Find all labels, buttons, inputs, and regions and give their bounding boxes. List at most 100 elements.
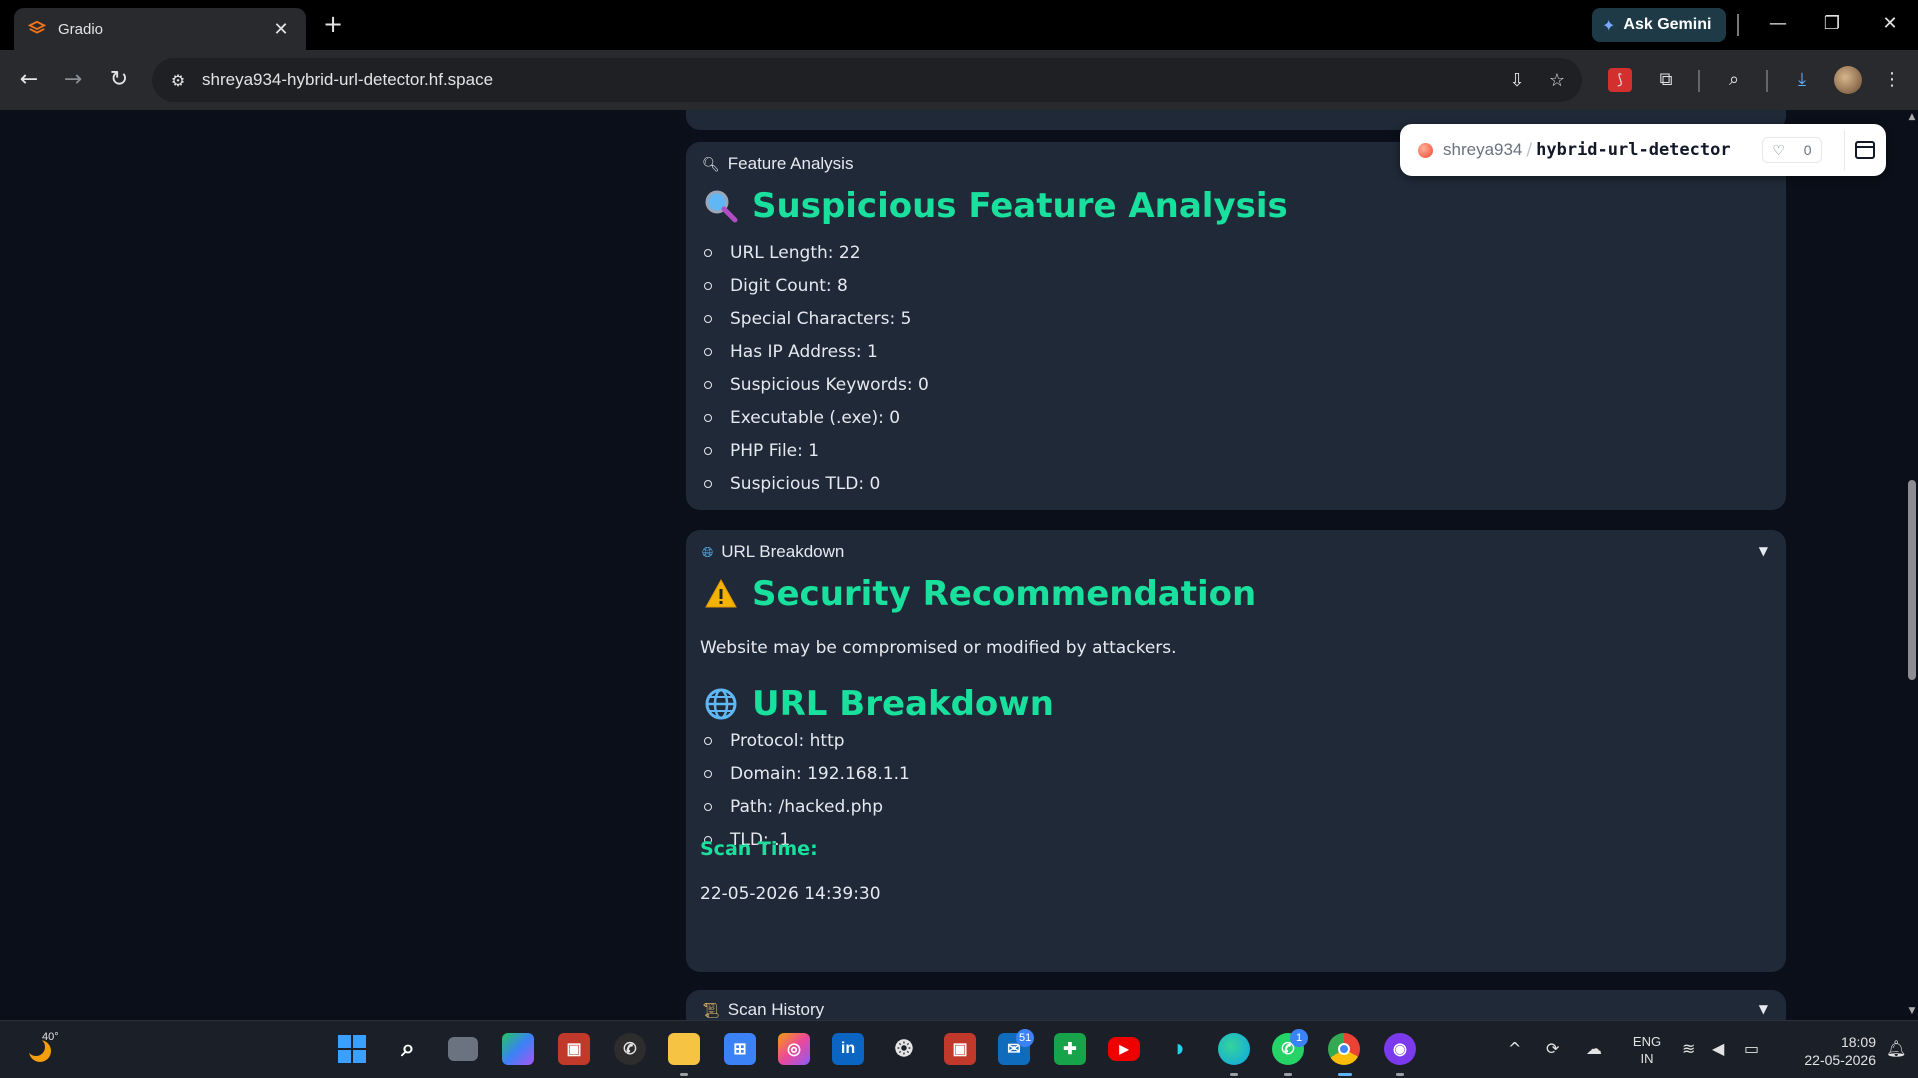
chrome-icon[interactable] <box>1328 1033 1360 1065</box>
address-url[interactable]: shreya934-hybrid-url-detector.hf.space <box>202 70 1502 90</box>
running-indicator <box>680 1073 688 1076</box>
scrollbar-thumb[interactable] <box>1908 480 1916 680</box>
list-item: Suspicious Keywords: 0 <box>700 368 929 401</box>
github-icon[interactable]: ◉ <box>1384 1033 1416 1065</box>
scroll-down-icon[interactable]: ▼ <box>1906 1006 1918 1016</box>
menu-kebab-icon[interactable]: ⋮ <box>1878 66 1906 94</box>
scan-history-accordion-label[interactable]: 📜︎ Scan History <box>702 1000 824 1020</box>
game-app-icon[interactable]: ✚ <box>1054 1033 1086 1065</box>
wifi-icon[interactable]: ≋ <box>1682 1039 1695 1058</box>
outlook-badge: 51 <box>1016 1029 1035 1047</box>
url-breakdown-label: URL Breakdown <box>721 542 845 561</box>
collapse-triangle-icon[interactable]: ▼ <box>1759 544 1768 558</box>
store-app-icon[interactable]: ▣ <box>944 1033 976 1065</box>
tab-search-icon[interactable]: ⌕ <box>1720 66 1748 94</box>
globe-icon <box>705 688 737 720</box>
chatgpt-icon[interactable]: ❂ <box>888 1033 920 1065</box>
edge-icon[interactable] <box>1218 1033 1250 1065</box>
microsoft-store-icon[interactable]: ⊞ <box>724 1033 756 1065</box>
minimize-icon[interactable]: — <box>1758 8 1798 42</box>
list-item: PHP File: 1 <box>700 434 929 467</box>
page-viewport: 🔍︎ Feature Analysis Suspicious Feature A… <box>0 110 1906 1020</box>
gemini-label: Ask Gemini <box>1623 16 1712 33</box>
feature-text: Has IP Address: 1 <box>730 341 878 362</box>
battery-icon[interactable]: ▭ <box>1744 1039 1759 1058</box>
like-button[interactable]: ♡ 0 <box>1762 137 1822 163</box>
hf-repo-name[interactable]: hybrid-url-detector <box>1536 140 1730 160</box>
pdf-extension-icon[interactable]: ⟆ <box>1608 68 1632 92</box>
scan-time-label: Scan Time: <box>700 838 818 860</box>
browser-toolbar: ← → ↻ ⚙ shreya934-hybrid-url-detector.hf… <box>0 50 1918 110</box>
breakdown-text: Protocol: http <box>730 730 845 751</box>
downloads-icon[interactable]: ⤓ <box>1788 66 1816 94</box>
url-breakdown-accordion-label[interactable]: 🌐︎ URL Breakdown <box>702 542 844 562</box>
new-tab-icon[interactable]: + <box>318 10 348 40</box>
feature-analysis-label: Feature Analysis <box>727 154 854 173</box>
page-scrollbar[interactable]: ▲ ▼ <box>1906 110 1918 1020</box>
close-window-icon[interactable]: ✕ <box>1870 8 1910 42</box>
collapse-badge-button[interactable] <box>1844 130 1884 170</box>
security-recommendation-heading: Security Recommendation <box>704 574 1256 614</box>
instagram-icon[interactable]: ◎ <box>778 1033 810 1065</box>
tab-title: Gradio <box>58 20 104 38</box>
list-item: Suspicious TLD: 0 <box>700 467 929 500</box>
ask-gemini-button[interactable]: ✦ Ask Gemini <box>1592 8 1726 42</box>
address-bar[interactable]: ⚙ shreya934-hybrid-url-detector.hf.space… <box>152 58 1582 102</box>
collapse-panel-icon <box>1854 141 1875 159</box>
browser-tab-strip: Gradio ✕ + ✦ Ask Gemini — ❐ ✕ <box>0 0 1918 50</box>
chevron-up-icon[interactable]: ^ <box>1508 1039 1521 1058</box>
forward-arrow-icon[interactable]: → <box>58 65 88 95</box>
notification-bell-icon[interactable]: 🔔︎ <box>1886 1039 1906 1058</box>
app-wave-icon[interactable]: ◗ <box>1164 1033 1196 1065</box>
hf-space-logo-icon <box>1418 142 1433 158</box>
file-explorer-icon[interactable] <box>668 1033 700 1065</box>
store-app-icon[interactable]: ▣ <box>558 1033 590 1065</box>
sync-icon[interactable]: ⟳ <box>1546 1039 1559 1058</box>
search-icon[interactable]: ⌕ <box>392 1033 424 1065</box>
system-clock[interactable]: 18:09 22-05-2026 <box>1786 1033 1876 1069</box>
cloud-icon[interactable]: ☁ <box>1586 1039 1602 1058</box>
linkedin-icon[interactable]: in <box>832 1033 864 1065</box>
feature-analysis-card: 🔍︎ Feature Analysis Suspicious Feature A… <box>686 142 1786 510</box>
back-arrow-icon[interactable]: ← <box>14 65 44 95</box>
recommendation-text: Website may be compromised or modified b… <box>700 638 1177 658</box>
browser-tab-gradio[interactable]: Gradio ✕ <box>14 8 306 50</box>
windows-taskbar: 40° ⌕ ▣ ✆ ⊞ ◎ in ❂ ▣ ✉ 51 ✚ ▶ ◗ ✆ 1 ◉ ^ … <box>0 1020 1918 1078</box>
copilot-icon[interactable] <box>502 1033 534 1065</box>
feature-text: URL Length: 22 <box>730 242 861 263</box>
hf-username[interactable]: shreya934 <box>1443 140 1522 160</box>
feature-analysis-accordion-label[interactable]: 🔍︎ Feature Analysis <box>702 154 853 174</box>
close-tab-icon[interactable]: ✕ <box>270 19 292 40</box>
collapse-triangle-icon[interactable]: ▼ <box>1759 1002 1768 1016</box>
profile-avatar[interactable] <box>1834 66 1862 94</box>
weather-temperature: 40° <box>42 1031 59 1043</box>
region-text: IN <box>1640 1051 1654 1066</box>
divider <box>1698 70 1700 92</box>
magnifier-icon: 🔍︎ <box>702 155 720 172</box>
language-text: ENG <box>1632 1034 1662 1049</box>
feature-text: Suspicious Keywords: 0 <box>730 374 929 395</box>
youtube-icon[interactable]: ▶ <box>1108 1037 1140 1061</box>
restore-icon[interactable]: ❐ <box>1812 8 1852 42</box>
bookmark-star-icon[interactable]: ☆ <box>1542 70 1572 91</box>
whatsapp-gray-icon[interactable]: ✆ <box>614 1033 646 1065</box>
feature-text: Special Characters: 5 <box>730 308 912 329</box>
reload-icon[interactable]: ↻ <box>104 65 134 95</box>
feature-list: URL Length: 22 Digit Count: 8 Special Ch… <box>700 236 929 500</box>
language-indicator[interactable]: ENG IN <box>1632 1033 1662 1067</box>
install-app-icon[interactable]: ⇩ <box>1502 70 1532 91</box>
task-view-icon[interactable] <box>448 1037 478 1061</box>
feature-text: Suspicious TLD: 0 <box>730 473 881 494</box>
active-indicator <box>1338 1073 1352 1076</box>
heading-text: Security Recommendation <box>752 574 1257 614</box>
extensions-puzzle-icon[interactable]: ⧉ <box>1652 66 1680 94</box>
volume-icon[interactable]: ◀︎ <box>1712 1039 1724 1058</box>
running-indicator <box>1230 1073 1238 1076</box>
scroll-up-icon[interactable]: ▲ <box>1906 112 1918 122</box>
windows-start-icon[interactable] <box>336 1033 368 1065</box>
hf-space-badge[interactable]: shreya934 / hybrid-url-detector ♡ 0 <box>1400 124 1886 176</box>
site-info-icon[interactable]: ⚙ <box>166 71 190 90</box>
whatsapp-badge: 1 <box>1290 1029 1308 1047</box>
heart-icon: ♡ <box>1772 141 1785 158</box>
scan-history-card: 📜︎ Scan History ▼ <box>686 990 1786 1020</box>
